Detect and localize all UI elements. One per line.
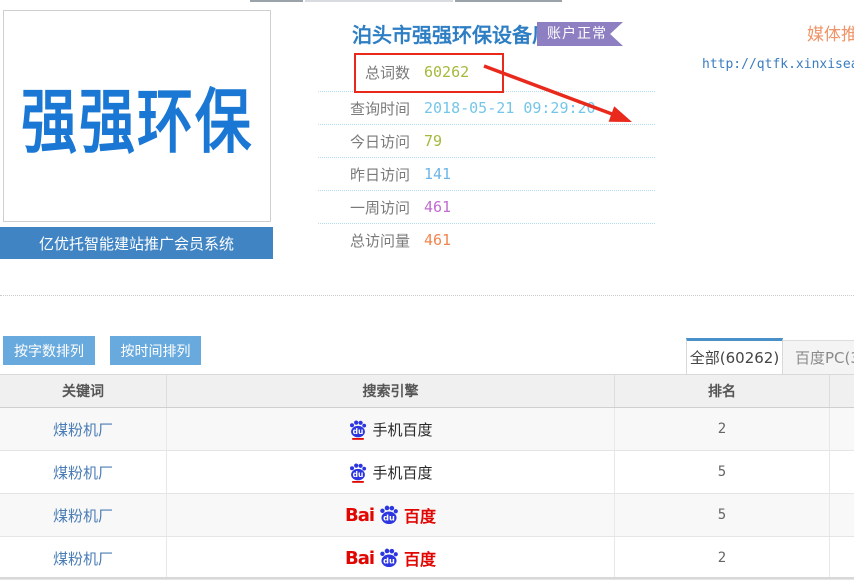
baidu-logo-text: Bai <box>345 505 374 526</box>
company-name-title: 泊头市强强环保设备厂 <box>352 19 552 48</box>
keyword-link[interactable]: 煤粉机厂 <box>53 505 113 526</box>
section-divider <box>0 295 854 296</box>
header-rank: 排名 <box>615 375 830 407</box>
baidu-paw-icon: du <box>348 419 368 440</box>
sort-by-time-button[interactable]: 按时间排列 <box>110 336 201 365</box>
table-row: 煤粉机厂 du 手机百度 2 <box>0 408 854 451</box>
stat-value: 79 <box>424 132 442 150</box>
table-row: 煤粉机厂 du 手机百度 5 <box>0 451 854 494</box>
stat-value: 461 <box>424 231 451 249</box>
engine-label: 手机百度 <box>372 419 432 440</box>
header-engine: 搜索引擎 <box>167 375 615 407</box>
table-row: 煤粉机厂 Bai du 百度 5 <box>0 494 854 537</box>
header-keyword: 关键词 <box>0 375 167 407</box>
table-row: 煤粉机厂 Bai du 百度 2 <box>0 537 854 580</box>
rank-value: 5 <box>718 464 726 480</box>
stat-row-week-visits: 一周访问 461 <box>318 191 655 224</box>
stat-row-today-visits: 今日访问 79 <box>318 125 655 158</box>
stat-value: 461 <box>424 198 451 216</box>
account-status-badge: 账户正常 <box>537 22 623 46</box>
stat-label: 总访问量 <box>350 230 410 251</box>
stat-label: 今日访问 <box>350 131 410 152</box>
engine-cell: du 手机百度 <box>348 462 432 483</box>
header-extra <box>830 375 854 407</box>
company-logo-box: 强强环保 <box>3 10 271 222</box>
stat-label: 昨日访问 <box>350 164 410 185</box>
baidu-logo-text: Bai <box>345 548 374 569</box>
stat-row-query-time: 查询时间 2018-05-21 09:29:20 <box>318 92 655 125</box>
baidu-paw-icon: du <box>378 547 400 570</box>
rank-value: 2 <box>718 550 726 566</box>
svg-text:du: du <box>383 555 395 565</box>
baidu-paw-icon: du <box>378 504 400 527</box>
keyword-link[interactable]: 煤粉机厂 <box>53 462 113 483</box>
sort-by-words-button[interactable]: 按字数排列 <box>3 336 95 365</box>
annotation-red-box <box>354 53 504 93</box>
baidu-paw-icon: du <box>348 462 368 483</box>
table-header-row: 关键词 搜索引擎 排名 <box>0 374 854 408</box>
engine-cell: du 手机百度 <box>348 419 432 440</box>
keyword-link[interactable]: 煤粉机厂 <box>53 419 113 440</box>
engine-label: 百度 <box>404 546 436 570</box>
stat-label: 一周访问 <box>350 197 410 218</box>
rank-value: 2 <box>718 421 726 437</box>
stat-value: 141 <box>424 165 451 183</box>
rank-value: 5 <box>718 507 726 523</box>
system-banner: 亿优托智能建站推广会员系统 <box>0 227 273 259</box>
keyword-table: 关键词 搜索引擎 排名 煤粉机厂 du 手机百度 2 煤粉机 <box>0 374 854 580</box>
company-logo-text: 强强环保 <box>21 65 253 166</box>
svg-text:du: du <box>353 427 364 436</box>
engine-label: 百度 <box>404 503 436 527</box>
engine-cell: Bai du 百度 <box>345 546 436 570</box>
stat-row-total-visits: 总访问量 461 <box>318 224 655 256</box>
engine-label: 手机百度 <box>372 462 432 483</box>
svg-text:du: du <box>353 470 364 479</box>
stat-label: 查询时间 <box>350 98 410 119</box>
top-edge-segment <box>250 0 303 2</box>
site-url-link[interactable]: http://qtfk.xinxisea. <box>702 57 854 72</box>
svg-text:du: du <box>383 512 395 522</box>
tab-all[interactable]: 全部(60262) <box>686 338 783 374</box>
tab-baidu-pc[interactable]: 百度PC(30 <box>783 340 854 374</box>
keyword-link[interactable]: 煤粉机厂 <box>53 548 113 569</box>
top-edge-segment <box>305 0 453 2</box>
engine-cell: Bai du 百度 <box>345 503 436 527</box>
top-edge-segment <box>455 0 562 2</box>
stat-row-yesterday-visits: 昨日访问 141 <box>318 158 655 191</box>
stat-value: 2018-05-21 09:29:20 <box>424 99 596 117</box>
media-section-title: 媒体推广 <box>807 20 854 45</box>
